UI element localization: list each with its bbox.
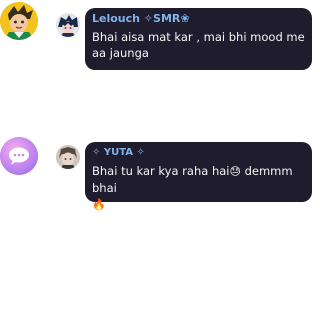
fire-emoji-icon: 🔥 [92,198,106,211]
message-author[interactable]: ✧ YUTA ✧ [92,146,306,160]
anime-character-avatar-icon [56,13,80,37]
sweat-emoji-icon: 😓 [229,165,241,178]
message-author[interactable]: Lelouch ✧SMR❀ [92,12,306,26]
message-text: Bhai aisa mat kar , mai bhi mood me aa j… [92,30,305,60]
user-avatar-1[interactable] [0,2,38,40]
user-avatar-2[interactable] [0,137,38,175]
author-avatar-2[interactable] [56,145,80,169]
message-text-part: Bhai tu kar kya raha hai [92,164,230,178]
message-bubble: ✧ YUTA ✧ Bhai tu kar kya raha hai😓 demmm… [85,142,312,211]
message-bubble: Lelouch ✧SMR❀ Bhai aisa mat kar , mai bh… [85,8,312,70]
message-text: Bhai tu kar kya raha hai😓 demmm bhai 🔥 [92,163,306,213]
cartoon-character-avatar-icon [0,2,38,40]
author-avatar-1[interactable] [56,13,80,37]
chat-bubble-avatar-icon [0,137,38,175]
anime-character-avatar-icon [56,145,80,169]
